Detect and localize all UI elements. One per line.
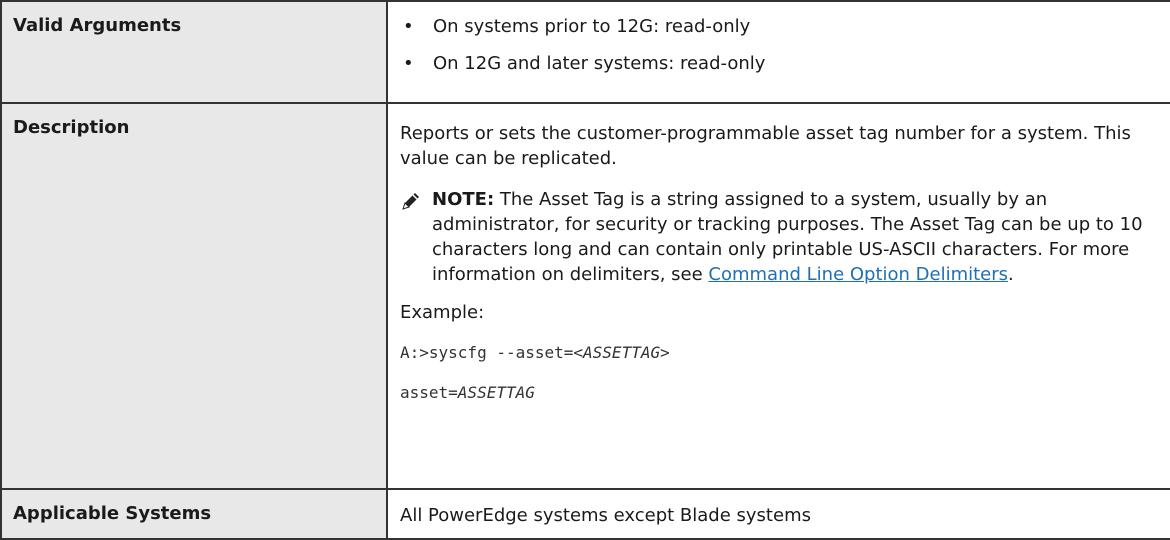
list-item-text: On 12G and later systems: read-only bbox=[433, 53, 766, 74]
code-suffix: > bbox=[660, 343, 670, 362]
note-suffix: . bbox=[1008, 264, 1014, 285]
valid-arguments-value: • On systems prior to 12G: read-only • O… bbox=[386, 0, 1170, 104]
pencil-note-icon bbox=[402, 193, 419, 210]
valid-arguments-label: Valid Arguments bbox=[0, 0, 388, 104]
code-example-command: A:>syscfg --asset=<ASSETTAG> bbox=[400, 341, 1170, 365]
list-item-text: On systems prior to 12G: read-only bbox=[433, 16, 751, 37]
applicable-systems-label: Applicable Systems bbox=[0, 488, 388, 540]
valid-arguments-list: • On systems prior to 12G: read-only • O… bbox=[400, 14, 1170, 88]
code-variable: ASSETTAG bbox=[583, 343, 661, 362]
applicable-systems-row: Applicable Systems All PowerEdge systems… bbox=[0, 488, 1170, 540]
applicable-systems-text: All PowerEdge systems except Blade syste… bbox=[400, 505, 811, 526]
code-variable: ASSETTAG bbox=[457, 383, 535, 402]
code-prefix: A:>syscfg --asset=< bbox=[400, 343, 584, 362]
example-label: Example: bbox=[400, 302, 485, 323]
description-value: Reports or sets the customer-programmabl… bbox=[386, 102, 1170, 490]
note-block: NOTE: The Asset Tag is a string assigned… bbox=[400, 187, 1170, 287]
delimiters-link[interactable]: Command Line Option Delimiters bbox=[708, 264, 1008, 285]
list-item: • On systems prior to 12G: read-only bbox=[400, 14, 1170, 51]
note-label: NOTE: bbox=[432, 189, 495, 210]
list-item: • On 12G and later systems: read-only bbox=[400, 51, 1170, 88]
code-example-output: asset=ASSETTAG bbox=[400, 381, 1170, 405]
applicable-systems-value: All PowerEdge systems except Blade syste… bbox=[386, 488, 1170, 540]
bullet-icon: • bbox=[403, 53, 414, 74]
description-label: Description bbox=[0, 102, 388, 490]
valid-arguments-row: Valid Arguments • On systems prior to 12… bbox=[0, 0, 1170, 104]
bullet-icon: • bbox=[403, 16, 414, 37]
code-prefix: asset= bbox=[400, 383, 458, 402]
syscfg-asset-table: Valid Arguments • On systems prior to 12… bbox=[0, 0, 1170, 540]
description-text: Reports or sets the customer-programmabl… bbox=[400, 123, 1131, 169]
description-row: Description Reports or sets the customer… bbox=[0, 102, 1170, 490]
